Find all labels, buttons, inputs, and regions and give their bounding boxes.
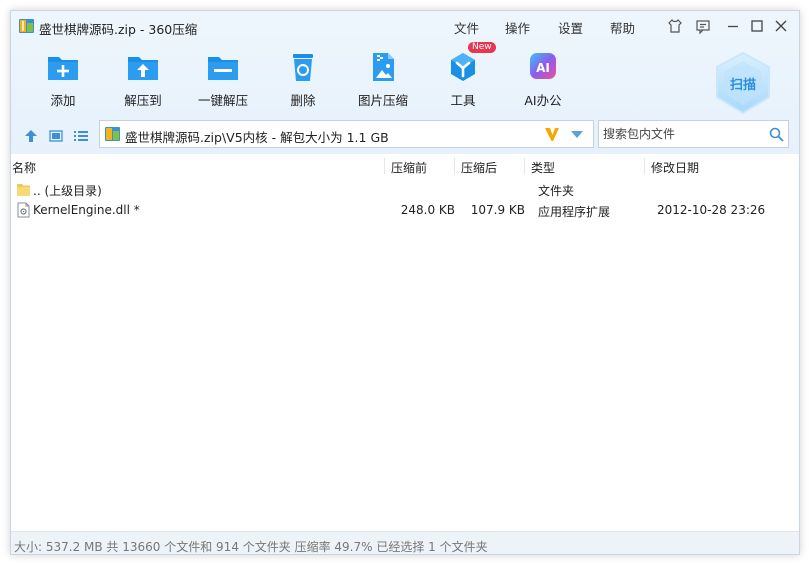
- add-label: 添加: [50, 93, 76, 108]
- one-click-extract-button[interactable]: 一键解压: [183, 47, 263, 108]
- ai-glyph: AI: [536, 61, 550, 75]
- list-header: 名称 压缩前 压缩后 类型 修改日期: [11, 154, 799, 178]
- column-name[interactable]: 名称: [12, 159, 36, 176]
- image-compress-icon: [373, 53, 394, 81]
- status-text: 大小: 537.2 MB 共 13660 个文件和 914 个文件夹 压缩率 4…: [14, 540, 488, 554]
- scan-label: 扫描: [730, 77, 756, 93]
- extract-to-button[interactable]: 解压到: [103, 47, 183, 108]
- column-divider[interactable]: [644, 158, 645, 174]
- column-compressed[interactable]: 压缩后: [461, 159, 497, 176]
- tools-icon: [451, 53, 475, 81]
- menu-operation[interactable]: 操作: [505, 18, 530, 37]
- extract-to-icon: [128, 57, 158, 80]
- scan-button[interactable]: 扫描: [713, 51, 773, 117]
- new-badge: New: [468, 42, 496, 53]
- thumbnail-view-icon[interactable]: [48, 128, 64, 144]
- chevron-down-icon[interactable]: [571, 131, 583, 139]
- tools-button[interactable]: New 工具: [423, 42, 503, 108]
- v-logo-icon[interactable]: [544, 126, 560, 142]
- up-arrow-icon[interactable]: [23, 128, 39, 144]
- menu-help[interactable]: 帮助: [610, 18, 635, 37]
- file-name: .. (上级目录): [33, 184, 102, 198]
- one-click-extract-icon: [208, 57, 238, 80]
- column-divider[interactable]: [384, 158, 385, 174]
- scan-shield-icon: 扫描: [716, 51, 770, 115]
- close-icon[interactable]: [773, 18, 789, 34]
- add-icon: [48, 57, 78, 80]
- ai-office-label: AI办公: [524, 93, 562, 108]
- column-divider[interactable]: [524, 158, 525, 174]
- file-modified: 2012-10-28 23:26: [657, 203, 766, 217]
- search-input[interactable]: [603, 125, 763, 143]
- menu-file[interactable]: 文件: [454, 18, 479, 37]
- search-box: [598, 120, 789, 148]
- title-bar: 盛世棋牌源码.zip - 360压缩 文件 操作 设置 帮助: [11, 11, 799, 41]
- address-bar[interactable]: 盛世棋牌源码.zip\V5内核 - 解包大小为 1.1 GB: [99, 120, 594, 148]
- ai-office-icon: AI: [530, 53, 556, 79]
- add-button[interactable]: 添加: [23, 47, 103, 108]
- app-window: 盛世棋牌源码.zip - 360压缩 文件 操作 设置 帮助 添加 解压到 一键…: [10, 10, 800, 555]
- file-type: 文件夹: [538, 184, 575, 198]
- column-divider[interactable]: [454, 158, 455, 174]
- window-title: 盛世棋牌源码.zip - 360压缩: [39, 22, 198, 37]
- menu-settings[interactable]: 设置: [558, 18, 583, 37]
- status-bar: 大小: 537.2 MB 共 13660 个文件和 914 个文件夹 压缩率 4…: [11, 531, 799, 554]
- list-view-icon[interactable]: [73, 128, 89, 144]
- archive-app-icon: [19, 19, 34, 33]
- minimize-icon[interactable]: [725, 18, 741, 34]
- image-compress-label: 图片压缩: [357, 93, 408, 108]
- archive-file-icon: [105, 127, 120, 141]
- skin-shirt-icon[interactable]: [667, 18, 683, 34]
- top-panel: 盛世棋牌源码.zip - 360压缩 文件 操作 设置 帮助 添加 解压到 一键…: [11, 11, 799, 154]
- delete-button[interactable]: 删除: [263, 47, 343, 108]
- dll-file-icon: [17, 202, 30, 218]
- image-compress-button[interactable]: 图片压缩: [343, 47, 423, 108]
- list-item-parent[interactable]: .. (上级目录) 文件夹: [11, 178, 799, 200]
- tools-label: 工具: [450, 93, 476, 108]
- search-icon[interactable]: [769, 127, 784, 142]
- file-compressed-size: 107.9 KB: [470, 203, 525, 217]
- column-packed[interactable]: 压缩前: [391, 159, 427, 176]
- delete-label: 删除: [290, 93, 316, 108]
- extract-to-label: 解压到: [124, 93, 162, 108]
- column-type[interactable]: 类型: [531, 159, 555, 176]
- feedback-icon[interactable]: [695, 18, 711, 34]
- file-list: 名称 压缩前 压缩后 类型 修改日期 .. (上级目录) 文件夹 KernelE…: [11, 154, 799, 531]
- maximize-icon[interactable]: [749, 18, 765, 34]
- list-item-file[interactable]: KernelEngine.dll * 248.0 KB 107.9 KB 应用程…: [11, 199, 799, 221]
- ai-office-button[interactable]: AI AI办公: [503, 47, 583, 108]
- column-modified[interactable]: 修改日期: [651, 159, 699, 176]
- one-click-extract-label: 一键解压: [197, 93, 248, 108]
- file-type: 应用程序扩展: [538, 205, 611, 219]
- file-name: KernelEngine.dll *: [33, 203, 140, 217]
- folder-icon: [17, 184, 30, 196]
- delete-icon: [293, 54, 313, 81]
- address-row: 盛世棋牌源码.zip\V5内核 - 解包大小为 1.1 GB: [11, 119, 799, 153]
- address-path: 盛世棋牌源码.zip\V5内核 - 解包大小为 1.1 GB: [125, 130, 389, 145]
- file-packed-size: 248.0 KB: [400, 203, 455, 217]
